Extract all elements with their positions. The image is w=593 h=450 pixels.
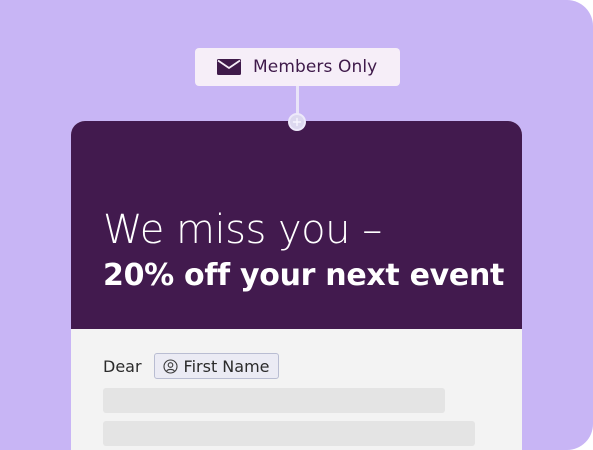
connector-node[interactable]	[288, 113, 306, 131]
text-placeholder-line	[103, 421, 475, 446]
connector-line	[296, 86, 299, 116]
members-only-tag: Members Only	[195, 48, 400, 86]
user-icon	[162, 358, 178, 374]
subheadline: 20% off your next event	[103, 258, 505, 293]
canvas: Members Only We miss you – 20% off your …	[0, 0, 593, 450]
greeting-row: Dear First Name	[103, 353, 279, 379]
hero-banner: We miss you – 20% off your next event	[71, 121, 522, 329]
plus-icon	[292, 117, 302, 127]
merge-field-label: First Name	[183, 356, 270, 376]
envelope-icon	[216, 57, 242, 77]
greeting-prefix: Dear	[103, 356, 142, 376]
first-name-merge-field[interactable]: First Name	[153, 353, 279, 379]
tag-label: Members Only	[253, 57, 378, 77]
email-card: We miss you – 20% off your next event De…	[71, 121, 522, 450]
headline: We miss you –	[103, 207, 382, 253]
text-placeholder-line	[103, 388, 445, 413]
